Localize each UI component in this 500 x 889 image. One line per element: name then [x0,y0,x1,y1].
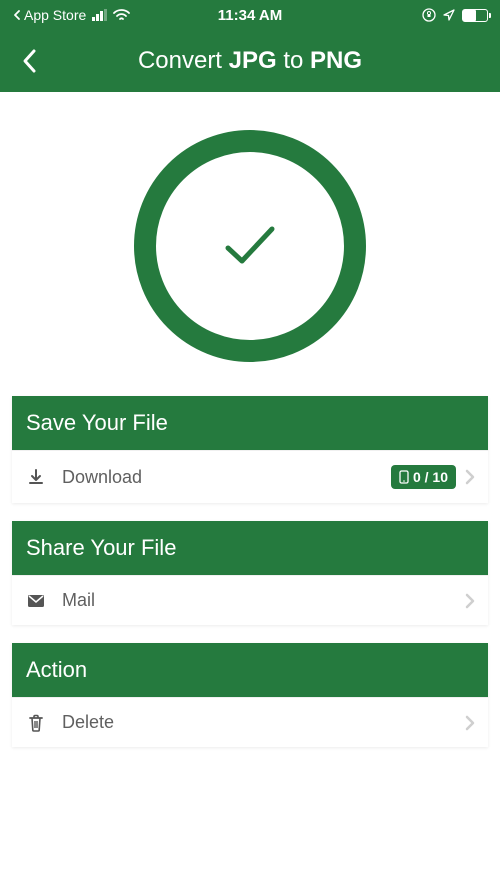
success-circle [134,130,366,362]
wifi-icon [113,9,130,22]
download-row[interactable]: Download 0 / 10 [12,450,488,503]
section-share-header: Share Your File [12,521,488,575]
phone-icon [399,470,409,484]
status-right [422,8,488,22]
section-share: Share Your File Mail [12,521,488,625]
status-app-name: App Store [24,7,86,23]
status-bar: App Store 11:34 AM [0,0,500,30]
title-prefix: Convert [138,47,229,74]
status-left: App Store [12,7,130,23]
app-header: Convert JPG to PNG [0,30,500,92]
mail-icon [24,594,48,608]
chevron-right-icon [464,714,476,732]
chevron-left-icon [20,47,40,75]
orientation-lock-icon [422,8,436,22]
trash-icon [24,714,48,732]
status-time: 11:34 AM [218,7,282,24]
delete-row[interactable]: Delete [12,697,488,747]
checkmark-icon [220,221,280,271]
title-mid: to [277,47,310,74]
mail-label: Mail [62,590,464,611]
title-to: PNG [310,47,362,74]
cellular-signal-icon [92,9,107,21]
battery-icon [462,9,488,22]
section-save: Save Your File Download 0 / 10 [12,396,488,503]
download-label: Download [62,467,391,488]
download-quota-badge: 0 / 10 [391,465,456,489]
chevron-left-icon [12,10,22,20]
badge-text: 0 / 10 [413,469,448,485]
back-to-app[interactable]: App Store [12,7,86,23]
section-action: Action Delete [12,643,488,747]
chevron-right-icon [464,592,476,610]
page-title: Convert JPG to PNG [48,47,452,75]
delete-label: Delete [62,712,464,733]
section-save-header: Save Your File [12,396,488,450]
section-action-header: Action [12,643,488,697]
back-button[interactable] [12,43,48,79]
chevron-right-icon [464,468,476,486]
success-indicator [0,92,500,396]
title-from: JPG [229,47,277,74]
mail-row[interactable]: Mail [12,575,488,625]
location-icon [442,8,456,22]
download-icon [24,468,48,486]
